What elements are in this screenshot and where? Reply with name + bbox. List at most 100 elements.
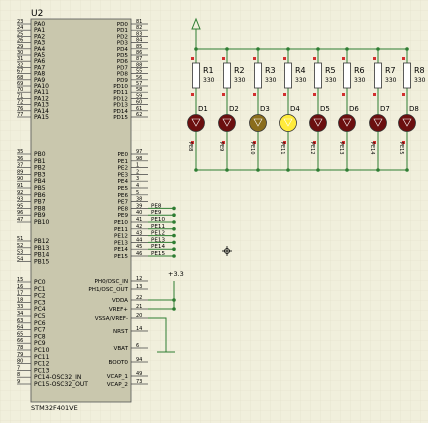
led-body[interactable] [218,114,236,132]
chip-pin-name: PH1/OSC_OUT [88,287,128,293]
pin-marker [191,57,194,60]
chip-pin-number: 60 [136,100,142,106]
pe-net-junction[interactable] [172,220,176,224]
chip-pin-number: 55 [136,69,142,75]
chip-pin-number: 33 [17,304,23,310]
rail-junction [225,168,229,172]
chip-pin-number: 3 [136,176,139,182]
rail-junction [405,47,409,51]
rail-junction [286,47,290,51]
led-net-label: PE15 [398,142,404,155]
chip-pin-name: PE11 [114,227,128,233]
chip-pin-number: 76 [17,106,23,112]
resistor-body[interactable] [223,62,231,89]
pin-marker [313,93,316,96]
resistor-body[interactable] [254,62,262,89]
chip-pin-number: 25 [17,31,23,37]
pe-net-junction[interactable] [172,213,176,217]
chip-pin-number: 30 [17,50,23,56]
chip-pin-number: 66 [17,338,23,344]
chip-pin-name: VREF+ [109,307,128,313]
chip-pin-number: 42 [136,224,142,230]
chip-pin-number: 88 [136,62,142,68]
rail-junction [376,47,380,51]
resistor-ref-label: R3 [265,66,276,75]
chip-pin-number: 93 [17,197,23,203]
chip-pin-number: 95 [17,203,23,209]
chip-pin-name: PD10 [113,84,128,90]
chip-pin-number: 54 [17,256,23,262]
chip-pin-name: NRST [113,329,129,335]
chip-pin-number: 52 [17,243,23,249]
resistor-value-label: 330 [414,77,426,84]
chip-pin-number: 57 [136,81,142,87]
chip-pin-name: PD11 [113,90,128,96]
chip-pin-number: 70 [17,87,23,93]
chip-pin-number: 69 [17,81,23,87]
supply-voltage-label: +3.3 [168,270,184,278]
chip-pin-number: 49 [136,371,142,377]
chip-pin-number: 31 [17,56,23,62]
chip-pin-number: 61 [136,106,142,112]
schematic-canvas[interactable]: U2 23 PA024 PA125 PA226 PA329 PA430 PA531 PA632… [0,0,428,423]
resistor-body[interactable] [284,62,292,89]
pe-net-junction[interactable] [172,206,176,211]
pe-net-junction[interactable] [172,247,176,251]
resistor-ref-label: R2 [234,66,245,75]
led-ref-label: D7 [380,105,390,113]
resistor-body[interactable] [314,62,322,89]
chip-pin-name: PH0/OSC_IN [94,279,128,285]
chip-pin-name: PD13 [113,103,128,109]
led-body[interactable] [398,114,416,132]
chip-pin-name: PD12 [113,96,128,102]
microcontroller-u2[interactable]: U2 23 PA024 PA125 PA226 PA329 PA430 PA531 PA632… [17,9,148,412]
resistor-value-label: 330 [203,77,215,84]
resistor-body[interactable] [192,62,200,89]
chip-pin-number: 46 [136,251,142,257]
pe-net-label: PE15 [151,251,165,257]
rail-junction [376,168,380,172]
chip-pin-number: 81 [136,19,142,25]
chip-pin-name: PD2 [117,34,128,40]
led-body[interactable] [279,114,297,132]
resistor-ref-label: R5 [325,66,336,75]
pe-net-junction[interactable] [172,240,176,245]
pe-net-label: PE14 [151,244,165,250]
led-body[interactable] [369,114,387,132]
resistor-body[interactable] [374,62,382,89]
pe-net-junction[interactable] [172,233,176,238]
rail-junction [194,47,198,51]
chip-pin-number: 32 [17,62,23,68]
led-body[interactable] [249,114,267,132]
chip-pin-number: 45 [136,244,142,250]
resistor-ref-label: R8 [414,66,425,75]
chip-pin-number: 5 [136,190,139,196]
resistor-body[interactable] [343,62,351,89]
resistor-ref-label: R6 [354,66,365,75]
pin-marker [313,57,316,60]
chip-pin-number: 8 [17,372,20,378]
chip-pin-name: PE7 [118,200,129,206]
led-body[interactable] [187,114,205,132]
pin-marker [253,57,256,60]
pe-net-junction[interactable] [172,254,176,258]
chip-pin-name: VBAT [114,346,129,352]
chip-pin-number: 51 [17,236,23,242]
chip-pin-number: 89 [17,169,23,175]
pin-marker [222,57,225,60]
chip-pin-number: 82 [136,25,142,31]
pin-marker [283,57,286,60]
chip-pin-name: PE6 [118,193,129,199]
chip-pin-number: 9 [17,379,20,385]
chip-pin-name: PE12 [114,234,128,240]
chip-pin-number: 62 [136,112,142,118]
resistor-value-label: 330 [354,77,366,84]
chip-pin-number: 64 [17,325,23,331]
chip-pin-number: 67 [17,69,23,75]
led-body[interactable] [309,114,327,132]
resistor-body[interactable] [403,62,411,89]
chip-pin-name: PA15 [34,114,49,121]
pe-net-junction[interactable] [172,227,176,231]
led-body[interactable] [338,114,356,132]
pin-marker [191,93,194,96]
